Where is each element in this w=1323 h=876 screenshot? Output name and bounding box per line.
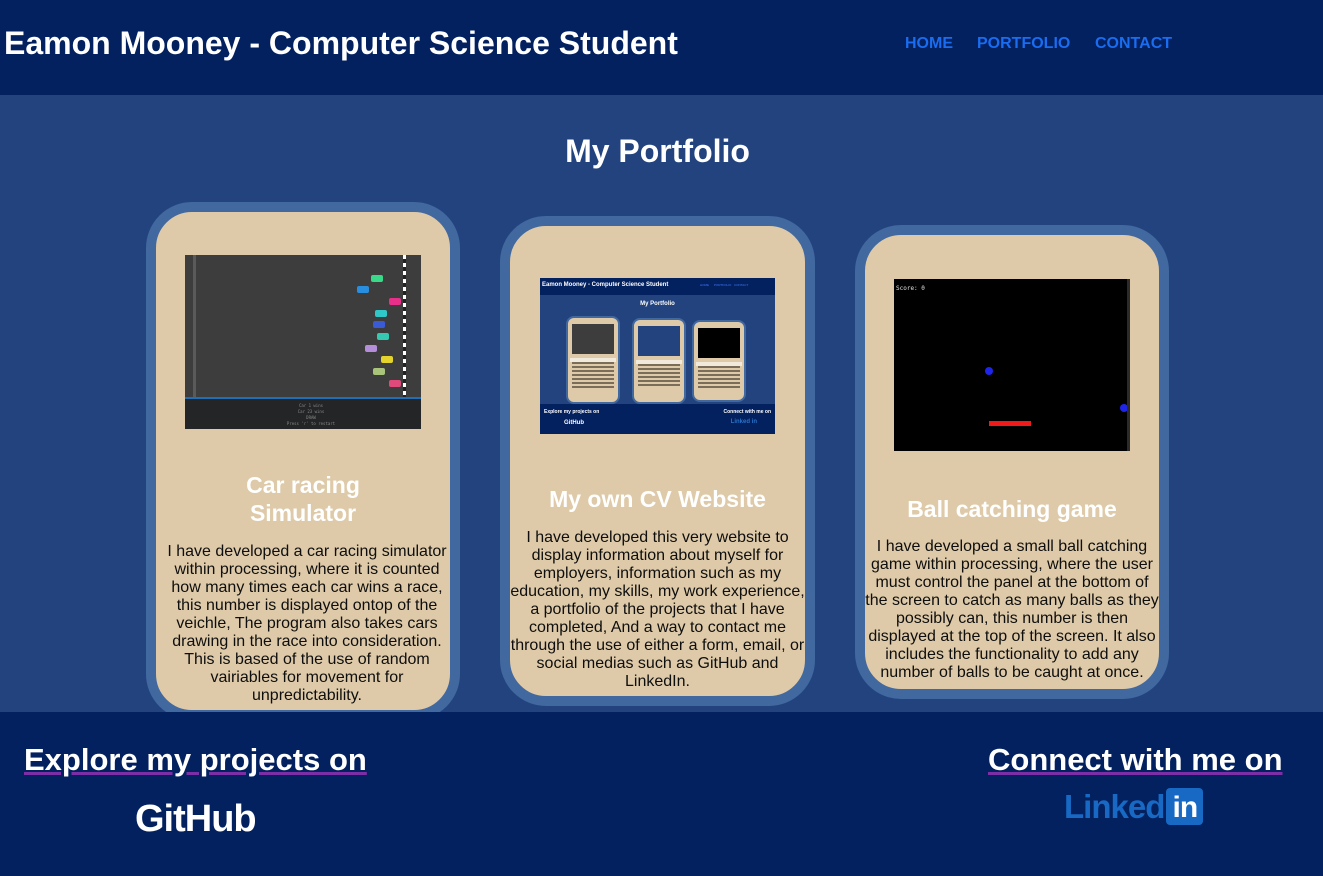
project-card-cv-website: Eamon Mooney - Computer Science Student … bbox=[500, 216, 815, 706]
thumb-nav-portfolio: PORTFOLIO bbox=[714, 283, 732, 287]
cv-website-screenshot: Eamon Mooney - Computer Science Student … bbox=[540, 278, 775, 434]
explore-projects-heading: Explore my projects on bbox=[24, 742, 367, 777]
thumb-nav-contact: CONTACT bbox=[734, 283, 749, 287]
thumb-github-logo: GitHub bbox=[564, 420, 584, 426]
project-description: I have developed this very website to di… bbox=[510, 529, 805, 690]
site-header: Eamon Mooney - Computer Science Student … bbox=[0, 0, 1323, 95]
project-title-line: Car racing bbox=[246, 472, 360, 498]
project-title: Ball catching game bbox=[907, 496, 1117, 522]
race-status-line: Press 'r' to restart bbox=[286, 421, 336, 426]
thumb-footer-connect: Connect with me on bbox=[723, 409, 772, 415]
nav-home-link[interactable]: HOME bbox=[905, 35, 953, 53]
ball-game-screenshot: Score: 0 bbox=[894, 279, 1130, 451]
github-logo-text: GitHub bbox=[135, 798, 257, 840]
game-score: Score: 0 bbox=[896, 285, 925, 292]
thumb-linkedin-logo: Linked in bbox=[730, 419, 757, 425]
site-footer: Explore my projects on GitHub Connect wi… bbox=[0, 712, 1323, 876]
linkedin-logo-text: Linked bbox=[1064, 788, 1165, 825]
page-heading: My Portfolio bbox=[565, 133, 750, 169]
project-card-ball-game: Score: 0 Ball catching game I have devel… bbox=[855, 225, 1169, 699]
connect-heading: Connect with me on bbox=[988, 742, 1283, 777]
race-status-panel: Car 1 wins Car 23 wins DRAW Press 'r' to… bbox=[185, 397, 421, 429]
thumb-nav-home: HOME bbox=[700, 283, 709, 287]
github-logo-link[interactable]: GitHub bbox=[135, 798, 257, 841]
thumb-footer: Explore my projects on Connect with me o… bbox=[540, 404, 775, 434]
project-description: I have developed a small ball catching g… bbox=[865, 538, 1159, 681]
nav-contact-link[interactable]: CONTACT bbox=[1095, 35, 1172, 53]
project-description: I have developed a car racing simulator … bbox=[167, 543, 447, 704]
project-title: Car racing Simulator bbox=[156, 471, 450, 527]
race-status-line: Car 1 wins bbox=[298, 403, 324, 408]
thumb-title: Eamon Mooney - Computer Science Student bbox=[542, 282, 669, 288]
project-card-car-racing: Car 1 wins Car 23 wins DRAW Press 'r' to… bbox=[146, 202, 460, 720]
linkedin-logo-link[interactable]: Linked in bbox=[1064, 788, 1204, 828]
thumb-heading: My Portfolio bbox=[640, 301, 675, 307]
nav-portfolio-link[interactable]: PORTFOLIO bbox=[977, 35, 1070, 53]
thumb-footer-explore: Explore my projects on bbox=[544, 409, 600, 415]
project-title: My own CV Website bbox=[549, 486, 766, 512]
project-title-line: Simulator bbox=[249, 500, 357, 526]
thumb-header: Eamon Mooney - Computer Science Student … bbox=[540, 278, 775, 295]
thumb-mini-card bbox=[632, 318, 686, 404]
catch-paddle bbox=[989, 421, 1031, 426]
linkedin-in-icon: in bbox=[1166, 788, 1204, 825]
ball bbox=[985, 367, 993, 375]
site-title: Eamon Mooney - Computer Science Student bbox=[4, 25, 678, 61]
thumb-mini-card bbox=[566, 316, 620, 404]
car-racing-screenshot: Car 1 wins Car 23 wins DRAW Press 'r' to… bbox=[185, 255, 421, 429]
thumb-mini-card bbox=[692, 320, 746, 402]
